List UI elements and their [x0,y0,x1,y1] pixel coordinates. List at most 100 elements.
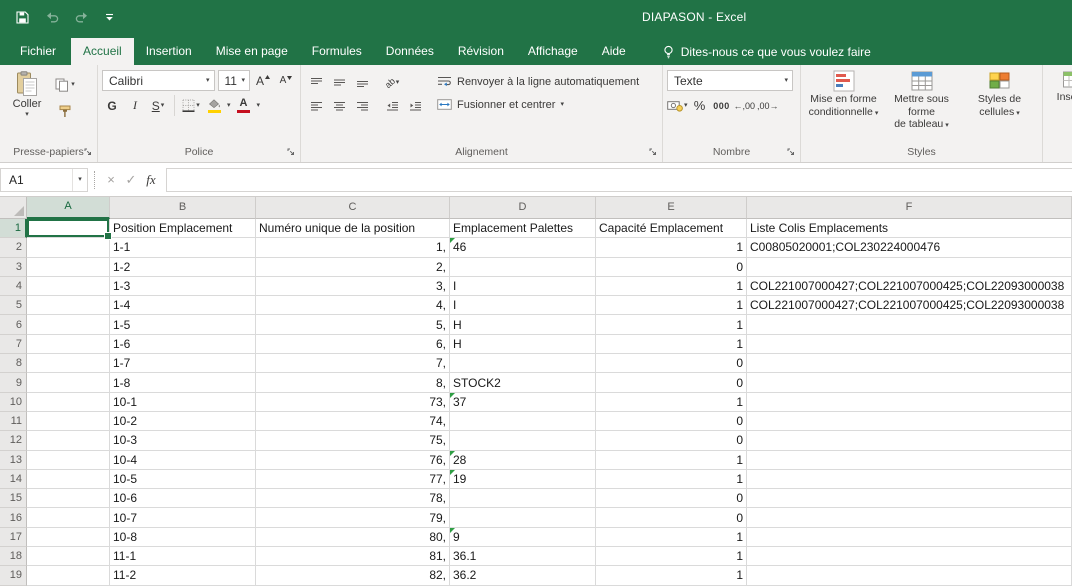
cell-B8[interactable]: 1-7 [110,354,256,373]
row-header-18[interactable]: 18 [0,547,27,566]
cell-B13[interactable]: 10-4 [110,451,256,470]
tab-fichier[interactable]: Fichier [5,38,71,65]
cell-C14[interactable]: 77, [256,470,450,489]
cell-D18[interactable]: 36.1 [450,547,596,566]
cell-E2[interactable]: 1 [596,238,747,257]
qat-customize-button[interactable] [105,13,114,22]
cell-B15[interactable]: 10-6 [110,489,256,508]
cell-A4[interactable] [27,277,110,296]
cell-B12[interactable]: 10-3 [110,431,256,450]
cell-C8[interactable]: 7, [256,354,450,373]
cell-D4[interactable]: I [450,277,596,296]
cell-E4[interactable]: 1 [596,277,747,296]
formula-input[interactable] [166,168,1072,192]
cell-C4[interactable]: 3, [256,277,450,296]
cell-B7[interactable]: 1-6 [110,335,256,354]
column-header-A[interactable]: A [27,197,110,219]
font-dialog-launcher[interactable] [287,148,297,158]
cell-A2[interactable] [27,238,110,257]
redo-button[interactable] [75,11,89,23]
cell-D2[interactable]: 46 [450,238,596,257]
align-right-button[interactable] [351,96,373,117]
tab-aide[interactable]: Aide [590,38,638,65]
cell-F12[interactable] [747,431,1072,450]
percent-style-button[interactable]: % [690,95,710,116]
comma-style-button[interactable]: 000 [712,95,732,116]
cell-A14[interactable] [27,470,110,489]
cell-C2[interactable]: 1, [256,238,450,257]
column-header-B[interactable]: B [110,197,256,219]
cell-D16[interactable] [450,508,596,527]
clipboard-dialog-launcher[interactable] [84,148,94,158]
cell-E18[interactable]: 1 [596,547,747,566]
cell-C11[interactable]: 74, [256,412,450,431]
paste-button[interactable]: Coller ▾ [4,68,50,145]
tab-affichage[interactable]: Affichage [516,38,590,65]
cell-A3[interactable] [27,258,110,277]
cell-E17[interactable]: 1 [596,528,747,547]
column-header-E[interactable]: E [596,197,747,219]
cell-A15[interactable] [27,489,110,508]
formula-bar-splitter[interactable] [94,171,95,189]
conditional-formatting-button[interactable]: Mise en forme conditionnelle▾ [805,68,882,145]
merge-center-button[interactable]: Fusionner et centrer ▾ [432,93,644,116]
align-top-button[interactable] [305,72,327,93]
bold-button[interactable]: G [102,95,122,116]
row-header-9[interactable]: 9 [0,373,27,392]
tab-mise-en-page[interactable]: Mise en page [204,38,300,65]
alignment-dialog-launcher[interactable] [649,148,659,158]
font-name-select[interactable]: Calibri▾ [102,70,215,91]
cell-B4[interactable]: 1-3 [110,277,256,296]
insert-function-button[interactable]: fx [141,169,161,191]
cell-E11[interactable]: 0 [596,412,747,431]
cell-B9[interactable]: 1-8 [110,373,256,392]
undo-button[interactable] [45,11,59,23]
row-header-10[interactable]: 10 [0,393,27,412]
cell-A10[interactable] [27,393,110,412]
row-header-11[interactable]: 11 [0,412,27,431]
number-format-select[interactable]: Texte▾ [667,70,793,91]
underline-button[interactable]: S▾ [148,95,168,116]
cell-B19[interactable]: 11-2 [110,566,256,585]
cell-C6[interactable]: 5, [256,315,450,334]
cell-A7[interactable] [27,335,110,354]
borders-button[interactable]: ▾ [181,95,201,116]
cell-D7[interactable]: H [450,335,596,354]
row-header-7[interactable]: 7 [0,335,27,354]
cell-F19[interactable] [747,566,1072,585]
cell-E13[interactable]: 1 [596,451,747,470]
cell-E8[interactable]: 0 [596,354,747,373]
cell-A17[interactable] [27,528,110,547]
cell-F5[interactable]: COL221007000427;COL221007000425;COL22093… [747,296,1072,315]
cell-E19[interactable]: 1 [596,566,747,585]
cell-F15[interactable] [747,489,1072,508]
format-painter-button[interactable] [53,102,77,120]
cell-A18[interactable] [27,547,110,566]
cell-styles-button[interactable]: Styles de cellules▾ [961,68,1038,145]
cell-D10[interactable]: 37 [450,393,596,412]
wrap-text-button[interactable]: Renvoyer à la ligne automatiquement [432,70,644,93]
format-as-table-button[interactable]: Mettre sous forme de tableau▾ [883,68,960,145]
row-header-15[interactable]: 15 [0,489,27,508]
row-header-17[interactable]: 17 [0,528,27,547]
cell-B18[interactable]: 11-1 [110,547,256,566]
cell-B6[interactable]: 1-5 [110,315,256,334]
number-dialog-launcher[interactable] [787,148,797,158]
fill-color-button[interactable] [204,95,224,116]
cell-C16[interactable]: 79, [256,508,450,527]
align-center-button[interactable] [328,96,350,117]
select-all-button[interactable] [0,197,27,219]
cell-D8[interactable] [450,354,596,373]
cell-C10[interactable]: 73, [256,393,450,412]
row-header-19[interactable]: 19 [0,566,27,585]
decrease-decimal-button[interactable]: ,00→ [757,95,779,116]
cell-E3[interactable]: 0 [596,258,747,277]
cell-C9[interactable]: 8, [256,373,450,392]
cell-A6[interactable] [27,315,110,334]
cell-F14[interactable] [747,470,1072,489]
column-header-D[interactable]: D [450,197,596,219]
cell-A9[interactable] [27,373,110,392]
cell-D12[interactable] [450,431,596,450]
row-header-16[interactable]: 16 [0,508,27,527]
cell-F2[interactable]: C00805020001;COL230224000476 [747,238,1072,257]
